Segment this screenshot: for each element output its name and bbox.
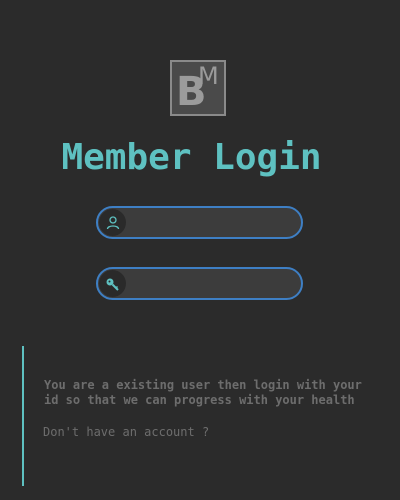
info-line-1: You are a existing user then login with … — [44, 378, 362, 392]
accent-divider — [22, 346, 24, 486]
password-input[interactable] — [132, 273, 292, 294]
user-icon — [99, 209, 126, 236]
logo-letter-m: M — [198, 62, 219, 90]
password-field[interactable] — [96, 267, 303, 300]
info-line-2: id so that we can progress with your hea… — [44, 393, 355, 407]
info-text: You are a existing user then login with … — [44, 378, 384, 408]
username-field[interactable] — [96, 206, 303, 239]
username-input[interactable] — [132, 212, 292, 233]
signup-link[interactable]: Don't have an account ? — [43, 425, 209, 440]
login-page: B M Member Login You are a existing user… — [0, 0, 400, 500]
page-title: Member Login — [61, 137, 322, 178]
key-icon — [99, 270, 126, 297]
brand-logo: B M — [170, 60, 226, 116]
